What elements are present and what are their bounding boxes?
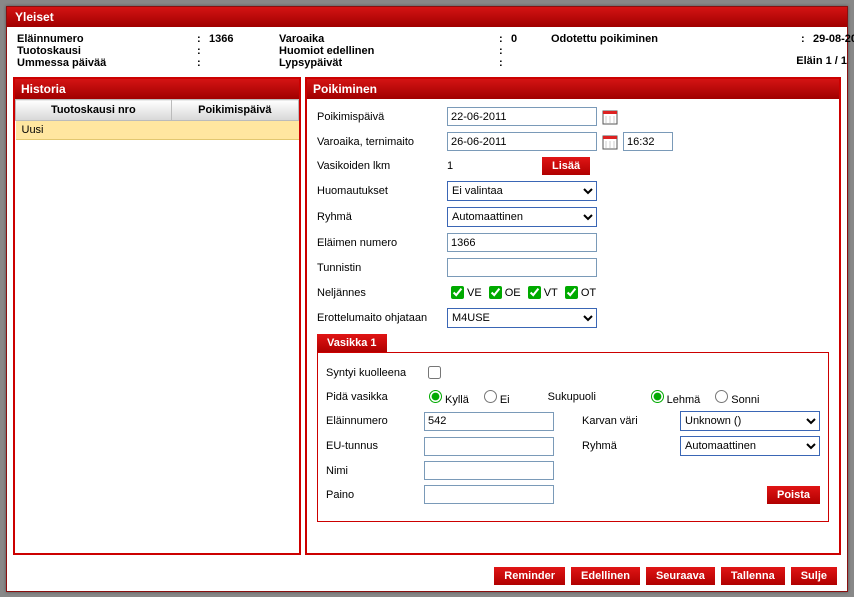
history-col-tuotoskausi[interactable]: Tuotoskausi nro [16,100,172,121]
expected-calving-value: 29-08-2011 [813,33,854,45]
calving-panel: Poikiminen Poikimispäivä Varoaika, terni… [305,77,841,555]
calf-ryhma-select[interactable]: Automaattinen [680,436,820,456]
general-section: Eläinnumero : 1366 Varoaika : 0 Odotettu… [7,27,847,77]
history-col-poikimispaiva[interactable]: Poikimispäivä [171,100,298,121]
delete-calf-button[interactable]: Poista [767,486,820,504]
varo-date-input[interactable] [447,132,597,151]
varo-time-input[interactable] [623,132,673,151]
huomiot-label: Huomiot edellinen [279,45,499,57]
sex-bull-radio[interactable] [715,390,728,403]
color-label: Karvan väri [582,415,680,427]
keep-no-radio[interactable] [484,390,497,403]
animal-no-label: Eläinnumero [17,33,197,45]
calf-ryhma-label: Ryhmä [582,440,680,452]
animal-no-value: 1366 [209,33,279,45]
table-row[interactable]: Uusi [16,121,299,140]
history-row-label: Uusi [16,121,172,140]
ryhma-select[interactable]: Automaattinen [447,207,597,227]
quarter-vt-checkbox[interactable] [528,286,541,299]
general-header: Yleiset [7,7,847,27]
huomautukset-label: Huomautukset [317,185,447,197]
paino-label: Paino [326,489,424,501]
footer: Reminder Edellinen Seuraava Tallenna Sul… [7,561,847,591]
tuotoskausi-label: Tuotoskausi [17,45,197,57]
calf-box: Syntyi kuolleena Pidä vasikka Kyllä Ei S… [317,352,829,522]
ryhma-label: Ryhmä [317,211,447,223]
add-calf-button[interactable]: Lisää [542,157,590,175]
born-dead-label: Syntyi kuolleena [326,367,424,379]
elaimen-no-label: Eläimen numero [317,237,447,249]
poikimispaiva-input[interactable] [447,107,597,126]
quarter-oe-checkbox[interactable] [489,286,502,299]
color-select[interactable]: Unknown () [680,411,820,431]
calf-animal-no-label: Eläinnumero [326,415,424,427]
neljannes-label: Neljännes [317,287,447,299]
previous-button[interactable]: Edellinen [571,567,640,585]
animal-counter: Eläin 1 / 1 [796,55,847,67]
calendar-icon[interactable] [601,133,619,151]
close-button[interactable]: Sulje [791,567,837,585]
calf-animal-no-input[interactable] [424,412,554,431]
eu-input[interactable] [424,437,554,456]
born-dead-checkbox[interactable] [428,366,441,379]
history-table: Tuotoskausi nro Poikimispäivä Uusi [15,99,299,140]
huomautukset-select[interactable]: Ei valintaa [447,181,597,201]
calf-count-value: 1 [447,160,542,172]
lypsypaivat-label: Lypsypäivät [279,57,499,69]
reminder-button[interactable]: Reminder [494,567,565,585]
sex-label: Sukupuoli [548,391,646,403]
elaimen-no-input[interactable] [447,233,597,252]
sex-cow-radio[interactable] [651,390,664,403]
quarter-ot-checkbox[interactable] [565,286,578,299]
history-panel: Historia Tuotoskausi nro Poikimispäivä U… [13,77,301,555]
erottelu-label: Erottelumaito ohjataan [317,312,447,324]
keep-yes-radio[interactable] [429,390,442,403]
history-title: Historia [15,79,299,99]
nimi-input[interactable] [424,461,554,480]
tunnistin-label: Tunnistin [317,262,447,274]
erottelu-select[interactable]: M4USE [447,308,597,328]
calving-title: Poikiminen [307,79,839,99]
poikimispaiva-label: Poikimispäivä [317,111,447,123]
varoaika-value: 0 [511,33,551,45]
paino-input[interactable] [424,485,554,504]
dialog: Yleiset Eläinnumero : 1366 Varoaika : 0 … [6,6,848,592]
calf-tab-1[interactable]: Vasikka 1 [317,334,387,352]
expected-calving-label: Odotettu poikiminen [551,33,801,45]
quarter-ve-checkbox[interactable] [451,286,464,299]
tunnistin-input[interactable] [447,258,597,277]
eu-label: EU-tunnus [326,440,424,452]
save-button[interactable]: Tallenna [721,567,785,585]
keep-calf-label: Pidä vasikka [326,391,424,403]
ummessa-label: Ummessa päivää [17,57,197,69]
nimi-label: Nimi [326,465,424,477]
calendar-icon[interactable] [601,108,619,126]
calf-count-label: Vasikoiden lkm [317,160,447,172]
varoaika-label: Varoaika [279,33,499,45]
varo-label: Varoaika, ternimaito [317,136,447,148]
next-button[interactable]: Seuraava [646,567,715,585]
